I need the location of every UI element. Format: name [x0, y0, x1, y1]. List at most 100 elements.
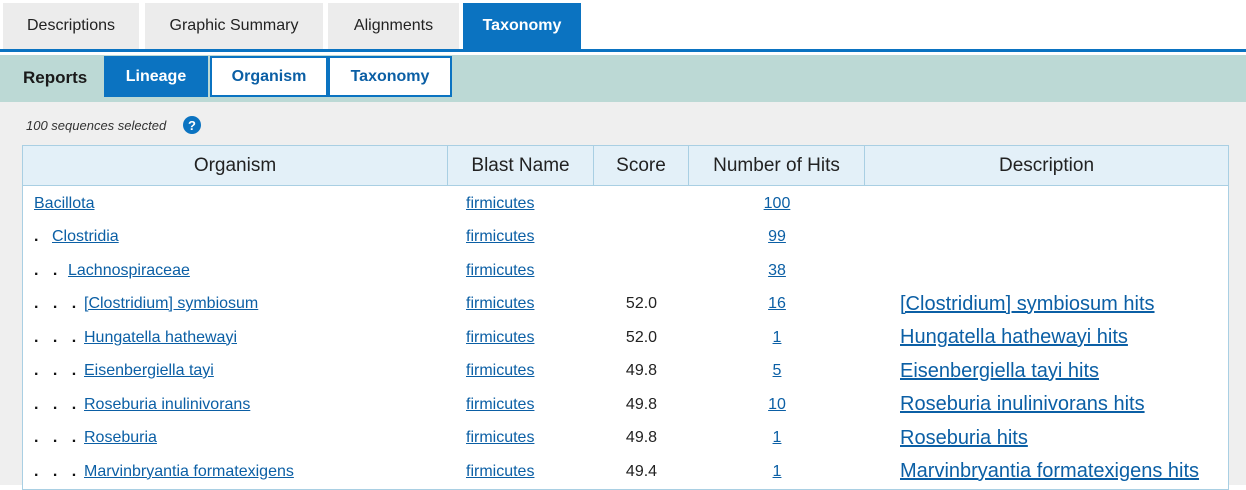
tab-graphic-summary[interactable]: Graphic Summary — [145, 3, 323, 49]
description-cell: [Clostridium] symbiosum hits — [900, 288, 1230, 321]
description-hits-link[interactable]: Marvinbryantia formatexigens hits — [900, 460, 1199, 483]
organism-cell: . . . Marvinbryantia formatexigens — [34, 455, 454, 488]
hits-link[interactable]: 99 — [768, 228, 786, 246]
lineage-depth-dots: . . . — [34, 462, 82, 480]
tab-taxonomy[interactable]: Taxonomy — [463, 3, 581, 49]
hits-link[interactable]: 1 — [773, 429, 782, 447]
organism-cell: . . . Roseburia inulinivorans — [34, 388, 454, 421]
lineage-depth-dots: . — [34, 228, 44, 245]
description-hits-link[interactable]: Eisenbergiella tayi hits — [900, 360, 1099, 383]
description-cell: Eisenbergiella tayi hits — [900, 355, 1230, 388]
hits-cell: 1 — [689, 455, 865, 488]
hits-cell: 5 — [689, 355, 865, 388]
score-cell: 49.8 — [625, 429, 658, 446]
hits-link[interactable]: 5 — [773, 362, 782, 380]
organism-cell: Bacillota — [34, 187, 454, 220]
blast-name-link[interactable]: firmicutes — [466, 396, 534, 414]
score-cell — [594, 221, 689, 254]
lineage-depth-dots: . . . — [34, 395, 82, 413]
lineage-depth-dots: . . — [34, 261, 63, 279]
description-hits-link[interactable]: Roseburia hits — [900, 427, 1028, 450]
blast-name-cell: firmicutes — [466, 221, 596, 254]
organism-link[interactable]: Lachnospiraceae — [68, 262, 190, 280]
lineage-depth-dots: . . . — [34, 295, 82, 312]
blast-name-cell: firmicutes — [466, 388, 596, 421]
sequences-selected-text: 100 sequences selected — [26, 118, 167, 133]
table-row: . . . Roseburia firmicutes 49.8 1 Rosebu… — [23, 422, 1228, 455]
column-header-organism[interactable]: Organism — [23, 146, 448, 186]
description-cell — [900, 187, 1230, 220]
organism-link[interactable]: Marvinbryantia formatexigens — [84, 463, 294, 481]
table-row: . . . Eisenbergiella tayi firmicutes 49.… — [23, 355, 1228, 388]
score-cell: 52.0 — [625, 328, 658, 346]
blast-name-cell: firmicutes — [466, 321, 596, 354]
hits-cell: 99 — [689, 221, 865, 254]
table-row: . . . Marvinbryantia formatexigens firmi… — [23, 455, 1228, 488]
blast-name-cell: firmicutes — [466, 355, 596, 388]
table-row: . . . Roseburia inulinivorans firmicutes… — [23, 388, 1228, 421]
organism-cell: . . . Hungatella hathewayi — [34, 321, 454, 354]
hits-cell: 1 — [689, 321, 865, 354]
column-header-score[interactable]: Score — [594, 146, 689, 186]
blast-name-link[interactable]: firmicutes — [466, 195, 534, 213]
organism-link[interactable]: Roseburia — [84, 429, 157, 447]
blast-name-cell: firmicutes — [466, 187, 596, 220]
lineage-depth-dots: . . . — [34, 362, 82, 379]
reports-label: Reports — [23, 68, 88, 87]
score-cell: 52.0 — [625, 295, 658, 312]
report-tab-organism[interactable]: Organism — [210, 56, 328, 97]
report-content: 100 sequences selected ? Organism Blast … — [0, 102, 1246, 490]
table-row: . Clostridia firmicutes 99 — [23, 221, 1228, 254]
blast-name-cell: firmicutes — [466, 288, 596, 321]
description-cell — [900, 221, 1230, 254]
score-cell: 49.8 — [625, 395, 658, 413]
score-cell — [594, 254, 689, 287]
hits-link[interactable]: 10 — [768, 396, 786, 414]
report-tab-lineage[interactable]: Lineage — [104, 56, 208, 97]
organism-link[interactable]: Hungatella hathewayi — [84, 329, 237, 347]
blast-name-link[interactable]: firmicutes — [466, 429, 534, 447]
blast-name-link[interactable]: firmicutes — [466, 262, 534, 280]
hits-link[interactable]: 100 — [764, 195, 791, 213]
question-circle-icon[interactable]: ? — [183, 116, 201, 134]
column-header-number-of-hits[interactable]: Number of Hits — [689, 146, 865, 186]
tab-descriptions[interactable]: Descriptions — [3, 3, 139, 49]
organism-link[interactable]: [Clostridium] symbiosum — [84, 295, 258, 313]
blast-name-cell: firmicutes — [466, 455, 596, 488]
organism-link[interactable]: Eisenbergiella tayi — [84, 362, 214, 380]
description-cell: Roseburia hits — [900, 422, 1230, 455]
lineage-table: Organism Blast Name Score Number of Hits… — [22, 145, 1229, 490]
blast-name-link[interactable]: firmicutes — [466, 228, 534, 246]
description-hits-link[interactable]: [Clostridium] symbiosum hits — [900, 293, 1155, 316]
score-cell — [594, 187, 689, 220]
table-row: . . . Hungatella hathewayi firmicutes 52… — [23, 321, 1228, 354]
organism-cell: . . . Roseburia — [34, 422, 454, 455]
tab-alignments[interactable]: Alignments — [328, 3, 459, 49]
description-hits-link[interactable]: Hungatella hathewayi hits — [900, 326, 1128, 349]
organism-link[interactable]: Bacillota — [34, 195, 94, 213]
description-cell — [900, 254, 1230, 287]
hits-cell: 1 — [689, 422, 865, 455]
blast-name-link[interactable]: firmicutes — [466, 329, 534, 347]
hits-link[interactable]: 16 — [768, 295, 786, 313]
hits-link[interactable]: 1 — [773, 463, 782, 481]
organism-link[interactable]: Roseburia inulinivorans — [84, 396, 250, 414]
hits-cell: 16 — [689, 288, 865, 321]
organism-link[interactable]: Clostridia — [52, 228, 119, 246]
column-header-blast-name[interactable]: Blast Name — [448, 146, 594, 186]
table-row: Bacillota firmicutes 100 — [23, 187, 1228, 220]
blast-name-cell: firmicutes — [466, 254, 596, 287]
description-hits-link[interactable]: Roseburia inulinivorans hits — [900, 393, 1145, 416]
lineage-depth-dots: . . . — [34, 328, 82, 346]
score-cell: 49.8 — [625, 362, 658, 379]
hits-link[interactable]: 38 — [768, 262, 786, 280]
report-tab-taxonomy[interactable]: Taxonomy — [328, 56, 452, 97]
blast-name-link[interactable]: firmicutes — [466, 295, 534, 313]
blast-name-link[interactable]: firmicutes — [466, 362, 534, 380]
table-row: . . . [Clostridium] symbiosum firmicutes… — [23, 288, 1228, 321]
blast-name-link[interactable]: firmicutes — [466, 463, 534, 481]
blast-name-cell: firmicutes — [466, 422, 596, 455]
results-tabs: Descriptions Graphic Summary Alignments … — [0, 0, 1246, 52]
column-header-description[interactable]: Description — [865, 146, 1228, 186]
hits-link[interactable]: 1 — [773, 329, 782, 347]
